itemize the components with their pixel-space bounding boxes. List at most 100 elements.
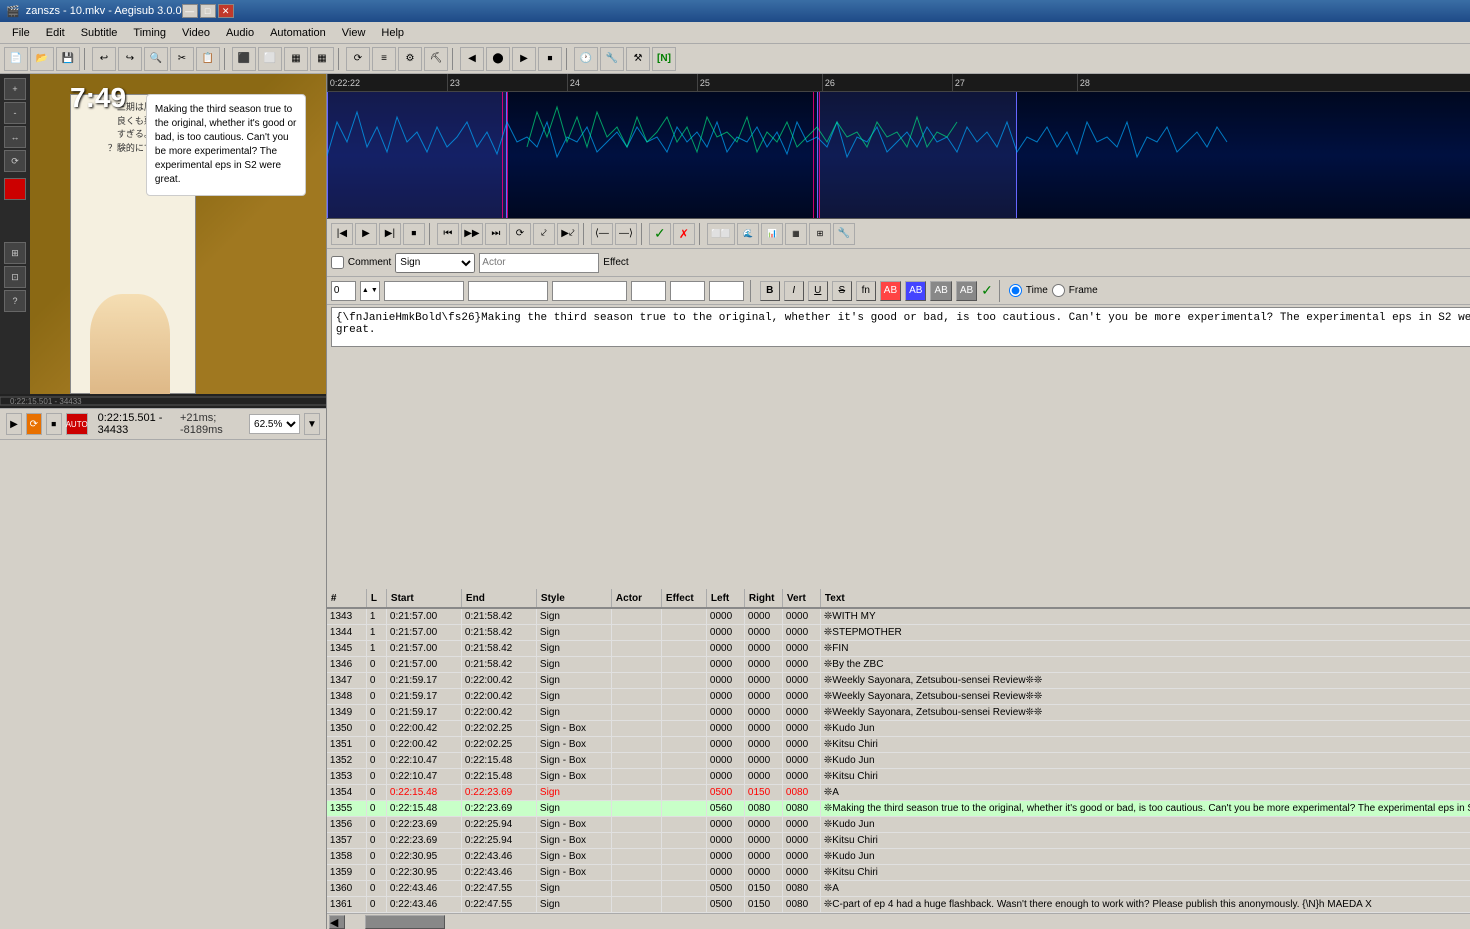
spin-down[interactable]: ▼	[370, 287, 379, 294]
vt-tool4[interactable]: ?	[4, 290, 26, 312]
line-number[interactable]	[331, 281, 356, 301]
tool11[interactable]: ▶	[512, 47, 536, 71]
strikethrough-button[interactable]: S	[832, 281, 852, 301]
tc-next[interactable]: ⏭	[485, 223, 507, 245]
menu-audio[interactable]: Audio	[218, 25, 262, 41]
vt-tool3[interactable]: ⊡	[4, 266, 26, 288]
table-row[interactable]: 135700:22:23.690:22:25.94Sign - Box00000…	[327, 833, 1470, 849]
vt-move[interactable]: ↔	[4, 126, 26, 148]
tool15[interactable]: ⚒	[626, 47, 650, 71]
tc-loop[interactable]: ⟳	[509, 223, 531, 245]
col-header-style[interactable]: Style	[537, 589, 612, 607]
minimize-button[interactable]: —	[182, 4, 198, 18]
table-row[interactable]: 136000:22:43.460:22:47.55Sign05000150008…	[327, 881, 1470, 897]
tc-in-point[interactable]: ⟨—	[591, 223, 613, 245]
vt-zoom-out[interactable]: -	[4, 102, 26, 124]
tool1[interactable]: ⬛	[232, 47, 256, 71]
undo-button[interactable]: ↩	[92, 47, 116, 71]
table-row[interactable]: 134510:21:57.000:21:58.42Sign00000000000…	[327, 641, 1470, 657]
tc-tools[interactable]: 🔧	[833, 223, 855, 245]
col-header-layer[interactable]: L	[367, 589, 387, 607]
comment-checkbox[interactable]	[331, 256, 344, 269]
tc-view1[interactable]: ⬜⬜	[707, 223, 735, 245]
maximize-button[interactable]: □	[200, 4, 216, 18]
tool3[interactable]: ▦	[284, 47, 308, 71]
col-header-effect[interactable]: Effect	[662, 589, 707, 607]
text-editor[interactable]: {\fnJanieHmkBold\fs26}Making the third s…	[331, 307, 1470, 347]
bold-button[interactable]: B	[760, 281, 780, 301]
scroll-left[interactable]: ◀	[329, 915, 345, 929]
loop-button[interactable]: ⟳	[26, 413, 42, 435]
waveform-canvas[interactable]	[327, 92, 1470, 219]
table-row[interactable]: 135100:22:00.420:22:02.25Sign - Box00000…	[327, 737, 1470, 753]
menu-subtitle[interactable]: Subtitle	[73, 25, 126, 41]
tc-prev[interactable]: ⏮	[437, 223, 459, 245]
table-row[interactable]: 134900:21:59.170:22:00.42Sign00000000000…	[327, 705, 1470, 721]
col-header-num[interactable]: #	[327, 589, 367, 607]
zoom-down[interactable]: ▼	[304, 413, 320, 435]
close-button[interactable]: ✕	[218, 4, 234, 18]
table-row[interactable]: 136100:22:43.460:22:47.55Sign05000150008…	[327, 897, 1470, 913]
list-body[interactable]: 134310:21:57.000:21:58.42Sign00000000000…	[327, 609, 1470, 913]
margin-left[interactable]: 560	[631, 281, 666, 301]
tool4[interactable]: ▦	[310, 47, 334, 71]
table-row[interactable]: 135800:22:30.950:22:43.46Sign - Box00000…	[327, 849, 1470, 865]
commit-check[interactable]: ✓	[981, 282, 993, 299]
table-row[interactable]: 134600:21:57.000:21:58.42Sign00000000000…	[327, 657, 1470, 673]
tc-play[interactable]: ▶	[355, 223, 377, 245]
end-time[interactable]: 0:22:23.69	[468, 281, 548, 301]
tc-view3[interactable]: 📊	[761, 223, 783, 245]
table-row[interactable]: 135200:22:10.470:22:15.48Sign - Box00000…	[327, 753, 1470, 769]
auto-scroll[interactable]: AUTO	[66, 413, 88, 435]
tool16[interactable]: [N]	[652, 47, 676, 71]
tc-stop[interactable]: ⏹	[403, 223, 425, 245]
color4-button[interactable]: AB	[956, 281, 977, 301]
italic-button[interactable]: I	[784, 281, 804, 301]
tool6[interactable]: ≡	[372, 47, 396, 71]
cut-button[interactable]: ✂	[170, 47, 194, 71]
tool7[interactable]: ⚙	[398, 47, 422, 71]
tc-play-sel[interactable]: ▶⤦	[557, 223, 579, 245]
vt-zoom-in[interactable]: +	[4, 78, 26, 100]
table-row[interactable]: 135300:22:10.470:22:15.48Sign - Box00000…	[327, 769, 1470, 785]
stop-button[interactable]: ⏹	[46, 413, 62, 435]
vt-rotate[interactable]: ⟳	[4, 150, 26, 172]
margin-vert[interactable]: 80	[709, 281, 744, 301]
color2-button[interactable]: AB	[905, 281, 926, 301]
menu-view[interactable]: View	[334, 25, 374, 41]
tool2[interactable]: ⬜	[258, 47, 282, 71]
color3-button[interactable]: AB	[930, 281, 951, 301]
spin-up[interactable]: ▲	[361, 287, 370, 294]
tc-to-end[interactable]: ▶|	[379, 223, 401, 245]
table-row[interactable]: 134310:21:57.000:21:58.42Sign00000000000…	[327, 609, 1470, 625]
menu-automation[interactable]: Automation	[262, 25, 334, 41]
tc-view5[interactable]: ⊞	[809, 223, 831, 245]
frame-radio[interactable]	[1052, 284, 1065, 297]
col-header-vert[interactable]: Vert	[783, 589, 821, 607]
table-row[interactable]: 134410:21:57.000:21:58.42Sign00000000000…	[327, 625, 1470, 641]
col-header-text[interactable]: Text	[821, 589, 1470, 607]
col-header-left[interactable]: Left	[707, 589, 745, 607]
margin-right[interactable]: 70	[670, 281, 705, 301]
menu-edit[interactable]: Edit	[38, 25, 73, 41]
new-button[interactable]: 📄	[4, 47, 28, 71]
tc-view2[interactable]: 🌊	[737, 223, 759, 245]
tool5[interactable]: ⟳	[346, 47, 370, 71]
waveform-panel[interactable]: 0:22:22 23 24 25 26 27 28	[327, 74, 1470, 219]
fn-button[interactable]: fn	[856, 281, 876, 301]
scroll-thumb-h[interactable]	[365, 915, 445, 929]
tc-sel[interactable]: ⤦	[533, 223, 555, 245]
play-button[interactable]: ▶	[6, 413, 22, 435]
color1-button[interactable]: AB	[880, 281, 901, 301]
tc-out-point[interactable]: —⟩	[615, 223, 637, 245]
open-button[interactable]: 📂	[30, 47, 54, 71]
tool9[interactable]: ◀	[460, 47, 484, 71]
tc-commit[interactable]: ✓	[649, 223, 671, 245]
tc-play2[interactable]: ▶▶	[461, 223, 483, 245]
tool13[interactable]: 🕐	[574, 47, 598, 71]
col-header-start[interactable]: Start	[387, 589, 462, 607]
tc-to-start[interactable]: |◀	[331, 223, 353, 245]
tc-view4[interactable]: ▦	[785, 223, 807, 245]
menu-help[interactable]: Help	[373, 25, 412, 41]
tool12[interactable]: ⏹	[538, 47, 562, 71]
